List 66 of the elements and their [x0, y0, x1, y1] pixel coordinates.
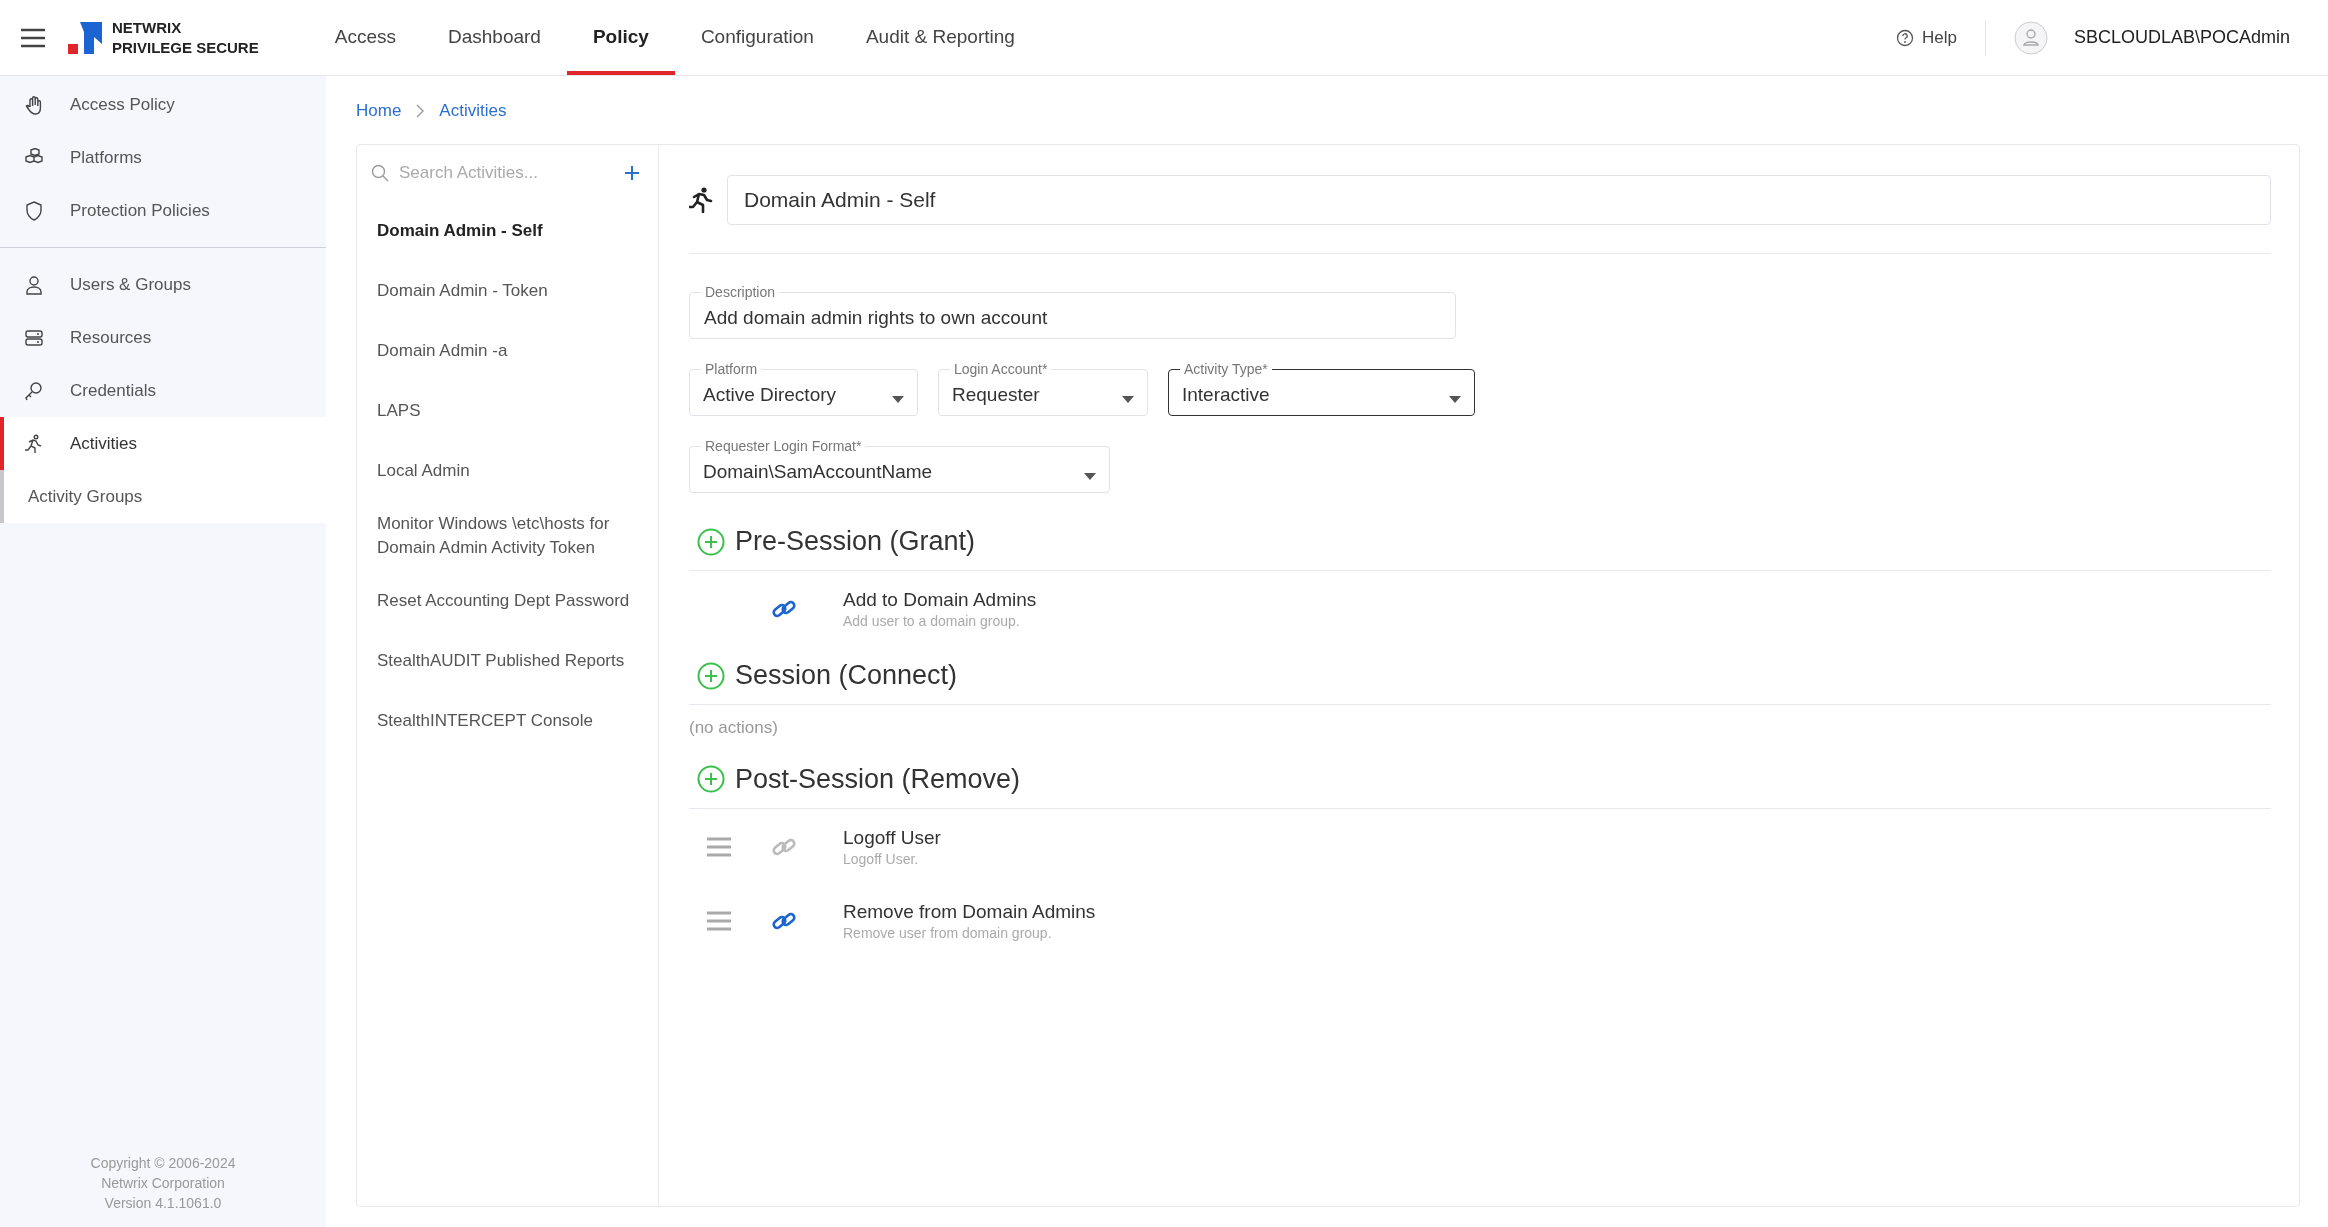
nav-tab[interactable]: Access [308, 0, 422, 75]
brand-subtitle: PRIVILEGE SECURE [112, 37, 259, 58]
add-icon[interactable] [624, 165, 640, 181]
sidebar-item[interactable]: Activity Groups [0, 470, 326, 523]
nav-tab[interactable]: Configuration [674, 0, 840, 75]
runner-icon [689, 187, 713, 213]
activity-list-item[interactable]: LAPS [357, 381, 658, 441]
sidebar-item[interactable]: Credentials [0, 364, 326, 417]
menu-icon[interactable] [20, 26, 46, 49]
footer-text: Version 4.1.1061.0 [104, 1194, 222, 1213]
add-circle-icon[interactable] [697, 527, 725, 556]
breadcrumb-link[interactable]: Home [356, 98, 402, 124]
activity-list-item[interactable]: Domain Admin - Token [357, 261, 658, 321]
breadcrumb-link[interactable]: Activities [439, 98, 507, 124]
action-title[interactable]: Add to Domain Admins [843, 588, 1037, 612]
sidebar-item[interactable]: Access Policy [0, 78, 326, 131]
caret-icon [892, 396, 904, 403]
logo-icon [68, 19, 104, 56]
sidebar-item[interactable]: Protection Policies [0, 184, 326, 237]
activity-list-item[interactable]: StealthINTERCEPT Console [357, 691, 658, 751]
action-description: Logoff User. [843, 849, 920, 868]
sidebar-item[interactable]: Resources [0, 311, 326, 364]
key-icon [24, 380, 44, 401]
search-field[interactable]: Search Activities... [399, 160, 614, 186]
user-icon [24, 274, 44, 295]
action-description: Add user to a domain group. [843, 612, 1021, 630]
sidebar-item[interactable]: Platforms [0, 131, 326, 184]
activity-list-item[interactable]: StealthAUDIT Published Reports [357, 631, 658, 691]
sidebar-item[interactable]: Activities [0, 417, 326, 470]
action-title[interactable]: Logoff User [843, 825, 941, 850]
nav-tab[interactable]: Dashboard [421, 0, 567, 75]
activity-list-item[interactable]: Reset Accounting Dept Password [357, 571, 658, 631]
footer-text: Copyright © 2006-2024 [90, 1154, 236, 1173]
brand-name: NETWRIX [112, 17, 183, 38]
empty-text: (no actions) [689, 717, 778, 739]
section-title: Session (Connect) [735, 659, 958, 693]
avatar-icon[interactable] [2013, 20, 2048, 55]
help-button[interactable]: Help [1895, 24, 1957, 51]
activity-name-field[interactable]: Domain Admin - Self [727, 175, 2271, 225]
activity-list-item[interactable]: Domain Admin -a [357, 321, 658, 381]
activity-list-item[interactable]: Monitor Windows \etc\hosts for Domain Admin Activity Token [357, 501, 658, 571]
nav-tab[interactable]: Audit & Reporting [839, 0, 1041, 75]
sidebar-item[interactable]: Users & Groups [0, 258, 326, 311]
footer-text: Netwrix Corporation [101, 1174, 225, 1193]
caret-icon [1084, 473, 1096, 480]
caret-icon [1122, 396, 1134, 403]
shield-icon [24, 200, 44, 221]
activity-list-item[interactable]: Local Admin [357, 441, 658, 501]
drag-handle-icon[interactable] [706, 910, 732, 931]
action-description: Remove user from domain group. [843, 923, 1053, 942]
chevron-right-icon [415, 104, 426, 118]
nav-tab[interactable]: Policy [566, 0, 675, 75]
add-circle-icon[interactable] [697, 661, 725, 690]
hand-icon [24, 94, 44, 115]
user-name[interactable]: SBCLOUDLAB\POCAdmin [2073, 24, 2290, 51]
drag-handle-icon[interactable] [706, 836, 732, 857]
add-circle-icon[interactable] [697, 765, 725, 793]
help-icon [1895, 28, 1914, 47]
search-icon [371, 164, 389, 182]
section-title: Post-Session (Remove) [735, 762, 1021, 796]
section-title: Pre-Session (Grant) [735, 525, 976, 559]
runner-icon [24, 433, 44, 454]
action-title[interactable]: Remove from Domain Admins [843, 899, 1096, 924]
caret-icon [1449, 396, 1461, 403]
server-icon [24, 327, 44, 348]
activity-list-item[interactable]: Domain Admin - Self [357, 201, 658, 261]
